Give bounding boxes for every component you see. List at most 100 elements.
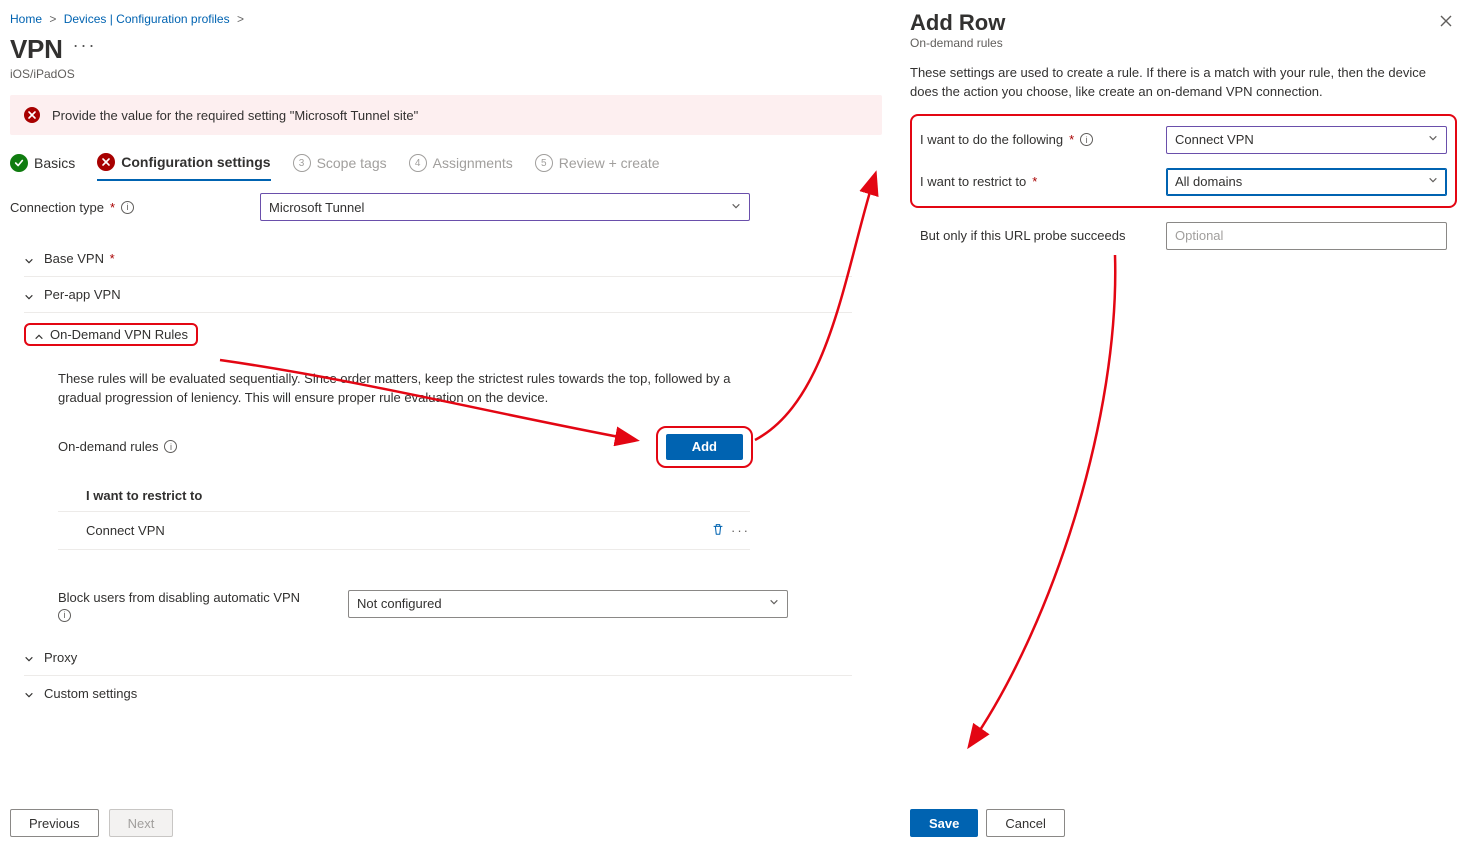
- step-label: Scope tags: [317, 155, 387, 171]
- row-actions: ···: [711, 522, 750, 539]
- breadcrumb-sep: >: [45, 12, 60, 26]
- restrict-row: I want to restrict to * All domains: [920, 168, 1447, 196]
- required-asterisk: *: [110, 200, 115, 215]
- select-value: Microsoft Tunnel: [269, 200, 364, 215]
- action-select[interactable]: Connect VPN: [1166, 126, 1447, 154]
- section-title: Custom settings: [44, 686, 137, 701]
- panel-subtitle: On-demand rules: [910, 36, 1005, 50]
- chevron-down-icon: [731, 201, 741, 214]
- add-row-panel: Add Row On-demand rules These settings a…: [900, 0, 1467, 847]
- block-auto-vpn-select[interactable]: Not configured: [348, 590, 788, 618]
- probe-row: But only if this URL probe succeeds Opti…: [910, 222, 1457, 250]
- action-label: I want to do the following * i: [920, 132, 1166, 147]
- step-assignments[interactable]: 4 Assignments: [409, 154, 513, 180]
- chevron-down-icon: [24, 290, 34, 300]
- connection-type-label: Connection type * i: [10, 200, 260, 215]
- on-demand-rules-row: On-demand rules i Add: [58, 426, 753, 468]
- chevron-down-icon: [24, 254, 34, 264]
- main-pane: Home > Devices | Configuration profiles …: [0, 0, 890, 847]
- section-title: Proxy: [44, 650, 77, 665]
- wizard-steps: Basics Configuration settings 3 Scope ta…: [10, 153, 882, 181]
- annotation-highlight: I want to do the following * i Connect V…: [910, 114, 1457, 208]
- breadcrumb-devices[interactable]: Devices | Configuration profiles: [64, 12, 230, 26]
- restrict-select[interactable]: All domains: [1166, 168, 1447, 196]
- label-text: Block users from disabling automatic VPN: [58, 590, 300, 605]
- save-button[interactable]: Save: [910, 809, 978, 837]
- panel-title: Add Row: [910, 10, 1005, 36]
- step-scope[interactable]: 3 Scope tags: [293, 154, 387, 180]
- label-text: On-demand rules: [58, 439, 158, 454]
- step-label: Assignments: [433, 155, 513, 171]
- info-icon[interactable]: i: [1080, 133, 1093, 146]
- on-demand-description: These rules will be evaluated sequential…: [58, 370, 758, 408]
- close-icon[interactable]: [1435, 10, 1457, 37]
- connection-type-select[interactable]: Microsoft Tunnel: [260, 193, 750, 221]
- section-custom-settings[interactable]: Custom settings: [24, 676, 852, 711]
- block-auto-vpn-label: Block users from disabling automatic VPN…: [58, 590, 308, 622]
- on-demand-body: These rules will be evaluated sequential…: [24, 356, 852, 640]
- connection-type-row: Connection type * i Microsoft Tunnel: [10, 193, 882, 221]
- probe-input[interactable]: Optional: [1166, 222, 1447, 250]
- info-icon[interactable]: i: [121, 201, 134, 214]
- next-button[interactable]: Next: [109, 809, 174, 837]
- info-icon[interactable]: i: [164, 440, 177, 453]
- chevron-up-icon: [34, 330, 44, 340]
- error-banner: Provide the value for the required setti…: [10, 95, 882, 135]
- previous-button[interactable]: Previous: [10, 809, 99, 837]
- section-title: Per-app VPN: [44, 287, 121, 302]
- label-text: Connection type: [10, 200, 104, 215]
- cancel-button[interactable]: Cancel: [986, 809, 1064, 837]
- step-number-icon: 3: [293, 154, 311, 172]
- section-per-app-vpn[interactable]: Per-app VPN: [24, 277, 852, 313]
- delete-icon[interactable]: [711, 522, 725, 539]
- action-row: I want to do the following * i Connect V…: [920, 126, 1447, 154]
- label-text: I want to restrict to: [920, 174, 1026, 189]
- label-text: Base VPN: [44, 251, 104, 266]
- table-row[interactable]: Connect VPN ···: [58, 512, 750, 550]
- chevron-down-icon: [24, 652, 34, 662]
- section-title: On-Demand VPN Rules: [50, 327, 188, 342]
- required-asterisk: *: [106, 251, 115, 266]
- input-placeholder: Optional: [1175, 228, 1223, 243]
- select-value: All domains: [1175, 174, 1242, 189]
- rules-table: I want to restrict to Connect VPN ···: [58, 482, 750, 550]
- section-on-demand[interactable]: On-Demand VPN Rules: [24, 313, 852, 356]
- step-review[interactable]: 5 Review + create: [535, 154, 660, 180]
- more-menu-icon[interactable]: ···: [731, 523, 750, 538]
- step-label: Basics: [34, 155, 75, 171]
- page-title: VPN: [10, 34, 63, 65]
- section-base-vpn[interactable]: Base VPN *: [24, 241, 852, 277]
- label-text: I want to do the following: [920, 132, 1063, 147]
- required-asterisk: *: [1032, 174, 1037, 189]
- info-icon[interactable]: i: [58, 609, 71, 622]
- step-basics[interactable]: Basics: [10, 154, 75, 180]
- more-menu-icon[interactable]: ···: [73, 35, 97, 56]
- chevron-down-icon: [24, 688, 34, 698]
- section-title: Base VPN *: [44, 251, 115, 266]
- rule-name: Connect VPN: [86, 523, 165, 538]
- step-label: Configuration settings: [121, 154, 270, 170]
- block-auto-vpn-row: Block users from disabling automatic VPN…: [58, 590, 798, 622]
- step-label: Review + create: [559, 155, 660, 171]
- annotation-highlight: Add: [656, 426, 753, 468]
- page-subtitle: iOS/iPadOS: [10, 67, 882, 81]
- title-row: VPN ···: [10, 34, 882, 65]
- breadcrumb-home[interactable]: Home: [10, 12, 42, 26]
- chevron-down-icon: [1428, 133, 1438, 146]
- label-text: But only if this URL probe succeeds: [920, 228, 1125, 243]
- annotation-highlight: On-Demand VPN Rules: [24, 323, 198, 346]
- rules-column-header: I want to restrict to: [58, 482, 750, 512]
- sections: Base VPN * Per-app VPN On-Demand VPN Rul…: [24, 241, 852, 711]
- breadcrumb-sep: >: [233, 12, 248, 26]
- add-button[interactable]: Add: [666, 434, 743, 460]
- required-asterisk: *: [1069, 132, 1074, 147]
- step-config[interactable]: Configuration settings: [97, 153, 270, 181]
- panel-description: These settings are used to create a rule…: [910, 64, 1457, 102]
- chevron-down-icon: [769, 597, 779, 610]
- section-proxy[interactable]: Proxy: [24, 640, 852, 676]
- on-demand-rules-label: On-demand rules i: [58, 439, 177, 454]
- restrict-label: I want to restrict to *: [920, 174, 1166, 189]
- error-icon: [97, 153, 115, 171]
- select-value: Connect VPN: [1175, 132, 1254, 147]
- breadcrumb: Home > Devices | Configuration profiles …: [10, 12, 882, 26]
